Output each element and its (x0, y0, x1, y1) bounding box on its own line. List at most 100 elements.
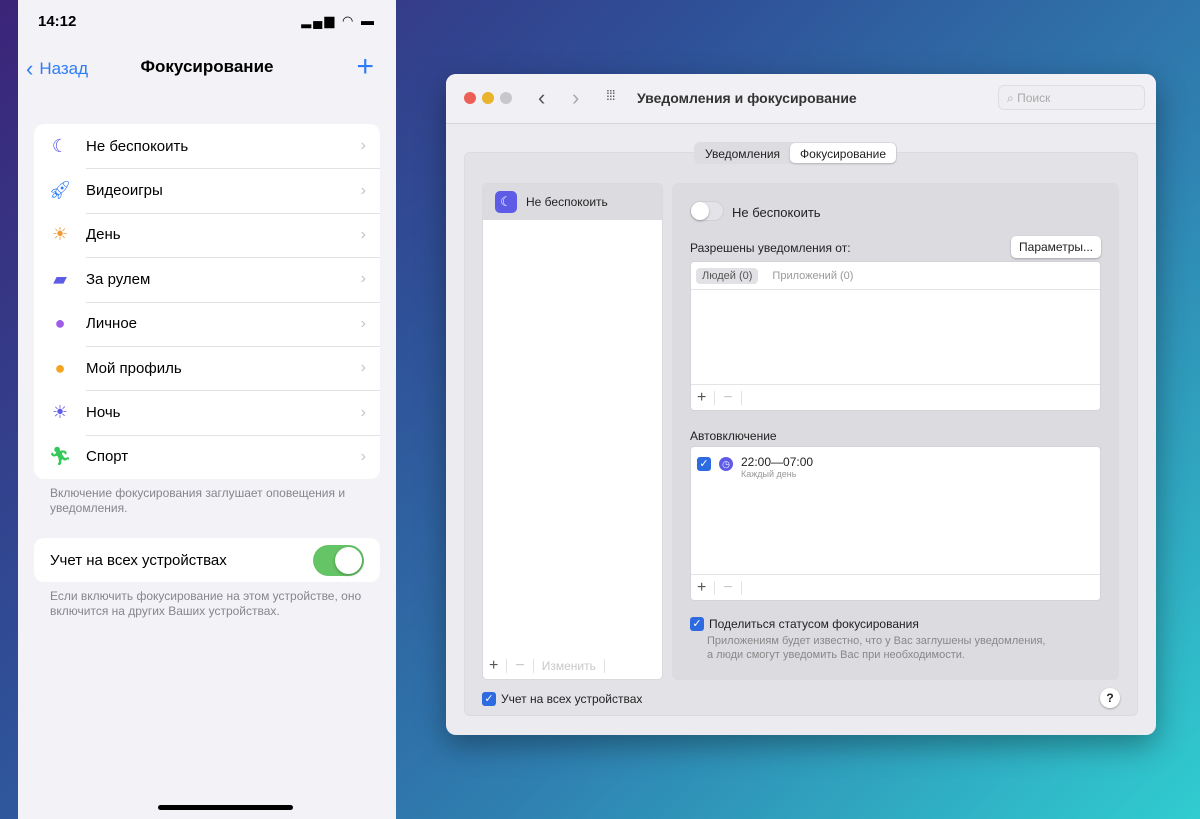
focus-item-night[interactable]: ☀ Ночь › (34, 390, 380, 434)
item-label: Видеоигры (86, 182, 163, 200)
add-focus-button[interactable]: + (356, 50, 374, 84)
tab-apps[interactable]: Приложений (0) (766, 268, 859, 284)
share-status-desc: Приложениям будет известно, что у Вас за… (707, 634, 1045, 662)
share-devices-toggle[interactable] (313, 544, 364, 576)
page-title: Фокусирование (140, 57, 274, 76)
home-indicator (158, 805, 293, 810)
battery-icon: ▬ (361, 13, 376, 28)
moon-icon: ☾ (495, 191, 517, 213)
focus-item-do-not-disturb[interactable]: ☾ Не беспокоить › (34, 124, 380, 168)
edit-button[interactable]: Изменить (542, 659, 596, 673)
focus-item-profile[interactable]: ● Мой профиль › (34, 345, 380, 390)
clock-icon: ◷ (719, 457, 733, 471)
item-label: Личное (86, 315, 138, 333)
title-bar: ‹ › ⁞⁞⁞ Уведомления и фокусирование ⌕ По… (446, 74, 1156, 124)
all-devices-label: Учет на всех устройствах (501, 692, 643, 706)
system-preferences-window: ‹ › ⁞⁞⁞ Уведомления и фокусирование ⌕ По… (446, 74, 1156, 735)
status-icons: ▂▄▆ ◠ ▬ (301, 13, 376, 29)
focus-list: ☾ Не беспокоить › 🚀︎ Видеоигры › ☀ День › ▰ За … (34, 124, 380, 480)
running-icon: 🏃︎ (48, 446, 72, 467)
item-label: Спорт (86, 448, 129, 466)
tab-people[interactable]: Людей (0) (696, 267, 759, 284)
sunset-icon: ☀ (51, 402, 69, 423)
tab-focus[interactable]: Фокусирование (790, 143, 897, 163)
share-devices-row: Учет на всех устройствах (34, 538, 380, 582)
chevron-right-icon: › (360, 447, 366, 465)
schedule-controls: + − (691, 574, 1100, 600)
focus-list-label: Не беспокоить (526, 195, 608, 209)
share-desc-line: Приложениям будет известно, что у Вас за… (707, 635, 1046, 647)
focus-list: ☾ Не беспокоить + − Изменить (482, 183, 663, 680)
focus-item-personal[interactable]: ● Личное › (34, 301, 380, 346)
allowed-controls: + − (691, 384, 1100, 410)
focus-item-driving[interactable]: ▰ За рулем › (34, 257, 380, 301)
focus-item-gaming[interactable]: 🚀︎ Видеоигры › (34, 168, 380, 212)
all-devices-row: ✓ Учет на всех устройствах (482, 692, 642, 706)
share-devices-label: Учет на всех устройствах (50, 551, 227, 569)
grid-icon[interactable]: ⁞⁞⁞ (606, 87, 616, 103)
share-status-row: ✓ Поделиться статусом фокусирования (690, 617, 919, 631)
add-button[interactable]: + (697, 389, 706, 407)
schedule-checkbox[interactable]: ✓ (697, 457, 711, 471)
zoom-button[interactable] (500, 92, 512, 104)
item-label: За рулем (86, 270, 151, 288)
back-arrow-icon[interactable]: ‹ (538, 85, 545, 111)
list-controls: + − Изменить (483, 653, 662, 679)
share-status-checkbox[interactable]: ✓ (690, 617, 704, 631)
schedule-row[interactable]: ✓ ◷ 22:00—07:00 Каждый день (691, 447, 1100, 487)
forward-arrow-icon[interactable]: › (572, 85, 579, 111)
schedule-days: Каждый день (741, 469, 797, 479)
search-icon: ⌕ (1007, 91, 1014, 105)
chevron-right-icon: › (360, 270, 366, 288)
share-desc-line: а люди смогут уведомить Вас при необходи… (707, 649, 965, 661)
search-placeholder: Поиск (1017, 91, 1051, 105)
add-button[interactable]: + (697, 579, 706, 597)
dnd-toggle[interactable] (690, 201, 724, 221)
schedule-time: 22:00—07:00 (741, 455, 814, 469)
remove-button[interactable]: − (515, 657, 524, 675)
dnd-toggle-label: Не беспокоить (732, 205, 821, 220)
help-button[interactable]: ? (1100, 688, 1120, 708)
focus-list-item[interactable]: ☾ Не беспокоить (483, 184, 662, 220)
params-button[interactable]: Параметры... (1011, 236, 1101, 258)
focus-footer: Включение фокусирования заглушает оповещ… (50, 486, 346, 515)
chevron-right-icon: › (360, 181, 366, 199)
car-icon: ▰ (53, 268, 67, 289)
item-label: Ночь (86, 404, 121, 422)
item-label: Не беспокоить (86, 137, 189, 155)
sunrise-icon: ☀ (51, 224, 69, 245)
share-footer: Если включить фокусирование на этом устр… (50, 589, 362, 618)
focus-item-day[interactable]: ☀ День › (34, 212, 380, 257)
remove-button[interactable]: − (723, 579, 732, 597)
wifi-icon: ◠ (342, 13, 356, 28)
tab-bar: Уведомления Фокусирование (694, 142, 898, 164)
chevron-right-icon: › (360, 225, 366, 243)
allowed-box: Людей (0) Приложений (0) + − (690, 261, 1101, 411)
remove-button[interactable]: − (723, 389, 732, 407)
focus-item-sport[interactable]: 🏃︎ Спорт › (34, 434, 380, 479)
close-button[interactable] (464, 92, 476, 104)
lightbulb-icon: ● (54, 357, 66, 378)
moon-icon: ☾ (51, 135, 69, 156)
status-time: 14:12 (38, 13, 77, 30)
iphone-screen: 14:12 ▂▄▆ ◠ ▬ ‹ Назад Фокусирование + ☾ Не… (18, 0, 396, 819)
share-status-label: Поделиться статусом фокусирования (709, 617, 919, 631)
chevron-right-icon: › (360, 137, 366, 155)
schedule-box: ✓ ◷ 22:00—07:00 Каждый день + − (690, 446, 1101, 601)
allowed-label: Разрешены уведомления от: (690, 241, 851, 255)
focus-settings-pane: Не беспокоить Разрешены уведомления от: … (672, 183, 1119, 680)
window-title: Уведомления и фокусирование (637, 90, 857, 106)
person-icon: ● (54, 313, 66, 334)
signal-icon: ▂▄▆ (301, 13, 337, 28)
item-label: Мой профиль (86, 359, 182, 377)
add-button[interactable]: + (489, 657, 498, 675)
chevron-right-icon: › (360, 403, 366, 421)
item-label: День (86, 226, 121, 244)
minimize-button[interactable] (482, 92, 494, 104)
search-input[interactable]: ⌕ Поиск (998, 85, 1145, 110)
chevron-right-icon: › (360, 314, 366, 332)
tab-notifications[interactable]: Уведомления (695, 143, 790, 163)
all-devices-checkbox[interactable]: ✓ (482, 692, 496, 706)
chevron-right-icon: › (360, 359, 366, 377)
rocket-icon: 🚀︎ (48, 180, 72, 201)
